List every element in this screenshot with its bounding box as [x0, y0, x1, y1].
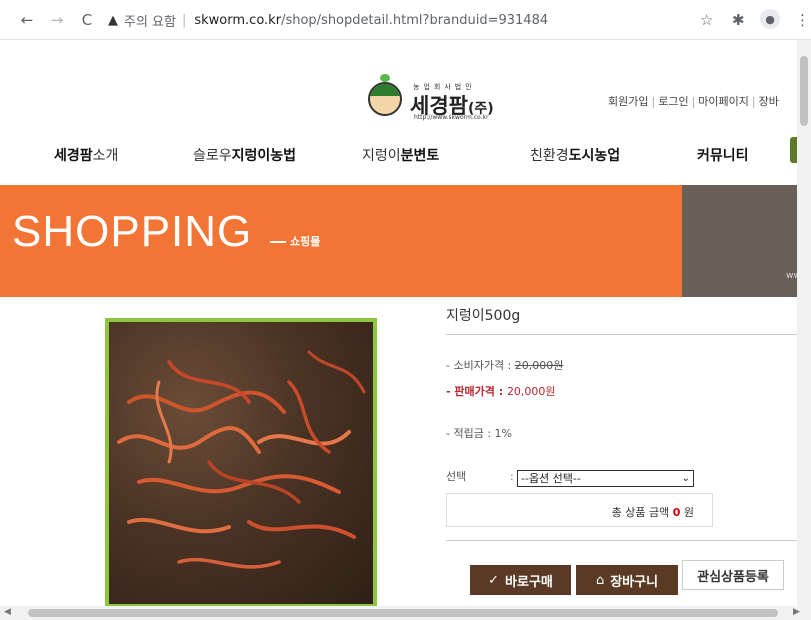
checkmark-icon: ✓: [488, 572, 500, 588]
nav-slow-farming[interactable]: 슬로우지렁이농법: [193, 145, 296, 165]
product-name: 지렁이500g: [446, 308, 521, 324]
banner-title: SHOPPING: [12, 207, 253, 256]
consumer-price-row: - 소비자가격 : 20,000원: [446, 359, 564, 372]
nav-green-tab[interactable]: [790, 137, 797, 163]
total-box: 총 상품 금액 0 원: [446, 493, 713, 527]
option-label: 선택: [446, 470, 467, 483]
chevron-down-icon: ⌄: [681, 473, 690, 484]
banner-subtitle: 쇼핑몰: [290, 235, 321, 248]
scrollbar-thumb[interactable]: [28, 609, 778, 617]
logo-sprout: [380, 74, 390, 82]
logo-url: http://www.skworm.co.kr: [414, 114, 489, 121]
scroll-left-icon[interactable]: ◀: [4, 607, 11, 617]
buttons-divider: [446, 540, 797, 541]
option-select[interactable]: --옵션 선택-- ⌄: [517, 470, 694, 487]
basket-icon: ⌂: [595, 572, 605, 588]
site-logo[interactable]: 농업회사법인 세경팜(주) http://www.skworm.co.kr: [368, 74, 508, 122]
link-login[interactable]: 로그인: [658, 95, 688, 108]
product-image[interactable]: [105, 318, 377, 606]
sale-price-row: - 판매가격 : 20,000원: [446, 385, 556, 398]
profile-icon[interactable]: ●: [760, 9, 780, 29]
menu-icon[interactable]: ⋮: [795, 11, 810, 29]
url-separator: |: [181, 12, 187, 28]
warning-icon: ▲: [108, 12, 118, 28]
link-mypage[interactable]: 마이페이지: [698, 95, 749, 108]
page-content: 농업회사법인 세경팜(주) http://www.skworm.co.kr 회원…: [0, 40, 797, 606]
points-row: - 적립금 : 1%: [446, 427, 512, 440]
security-label: 주의 요함: [124, 14, 176, 30]
main-nav: 세경팜소개 슬로우지렁이농법 지렁이분변토 친환경도시농업 커뮤니티: [0, 145, 797, 171]
url-host: skworm.co.kr: [194, 12, 282, 28]
back-icon[interactable]: ←: [16, 9, 38, 31]
add-to-cart-button[interactable]: ⌂ 장바구니: [576, 565, 678, 595]
scroll-right-icon[interactable]: ▶: [793, 607, 800, 617]
sale-price: 20,000원: [506, 385, 556, 398]
vertical-scrollbar[interactable]: [797, 40, 811, 606]
info-divider: [446, 334, 797, 335]
horizontal-scrollbar[interactable]: ◀ ▶: [0, 606, 811, 620]
nav-urban-farming[interactable]: 친환경도시농업: [530, 145, 620, 165]
link-cart[interactable]: 장바: [759, 95, 779, 108]
total-amount: 총 상품 금액 0 원: [611, 506, 694, 519]
forward-icon[interactable]: →: [46, 9, 68, 31]
banner-dark-panel: ww: [682, 185, 797, 297]
option-colon: :: [510, 470, 514, 483]
logo-mascot: [368, 82, 402, 116]
nav-about[interactable]: 세경팜소개: [54, 145, 118, 165]
browser-toolbar: ← → C ▲ 주의 요함 | skworm.co.kr /shop/shopd…: [0, 0, 811, 40]
nav-community[interactable]: 커뮤니티: [697, 145, 749, 165]
star-icon[interactable]: ☆: [700, 11, 713, 29]
consumer-price: 20,000원: [514, 359, 564, 372]
extensions-icon[interactable]: ✱: [732, 11, 745, 29]
buy-now-button[interactable]: ✓ 바로구매: [470, 565, 571, 595]
url-path: /shop/shopdetail.html?branduid=931484: [281, 12, 549, 28]
shopping-banner: SHOPPING 쇼핑몰 ww: [0, 185, 797, 297]
worms-photo: [117, 350, 366, 569]
link-join[interactable]: 회원가입: [608, 95, 648, 108]
wishlist-button[interactable]: 관심상품등록: [682, 560, 784, 590]
banner-underline: [270, 241, 286, 243]
top-links: 회원가입 | 로그인 | 마이페이지 | 장바: [608, 95, 779, 108]
nav-castings[interactable]: 지렁이분변토: [362, 145, 439, 165]
reload-icon[interactable]: C: [76, 9, 98, 31]
